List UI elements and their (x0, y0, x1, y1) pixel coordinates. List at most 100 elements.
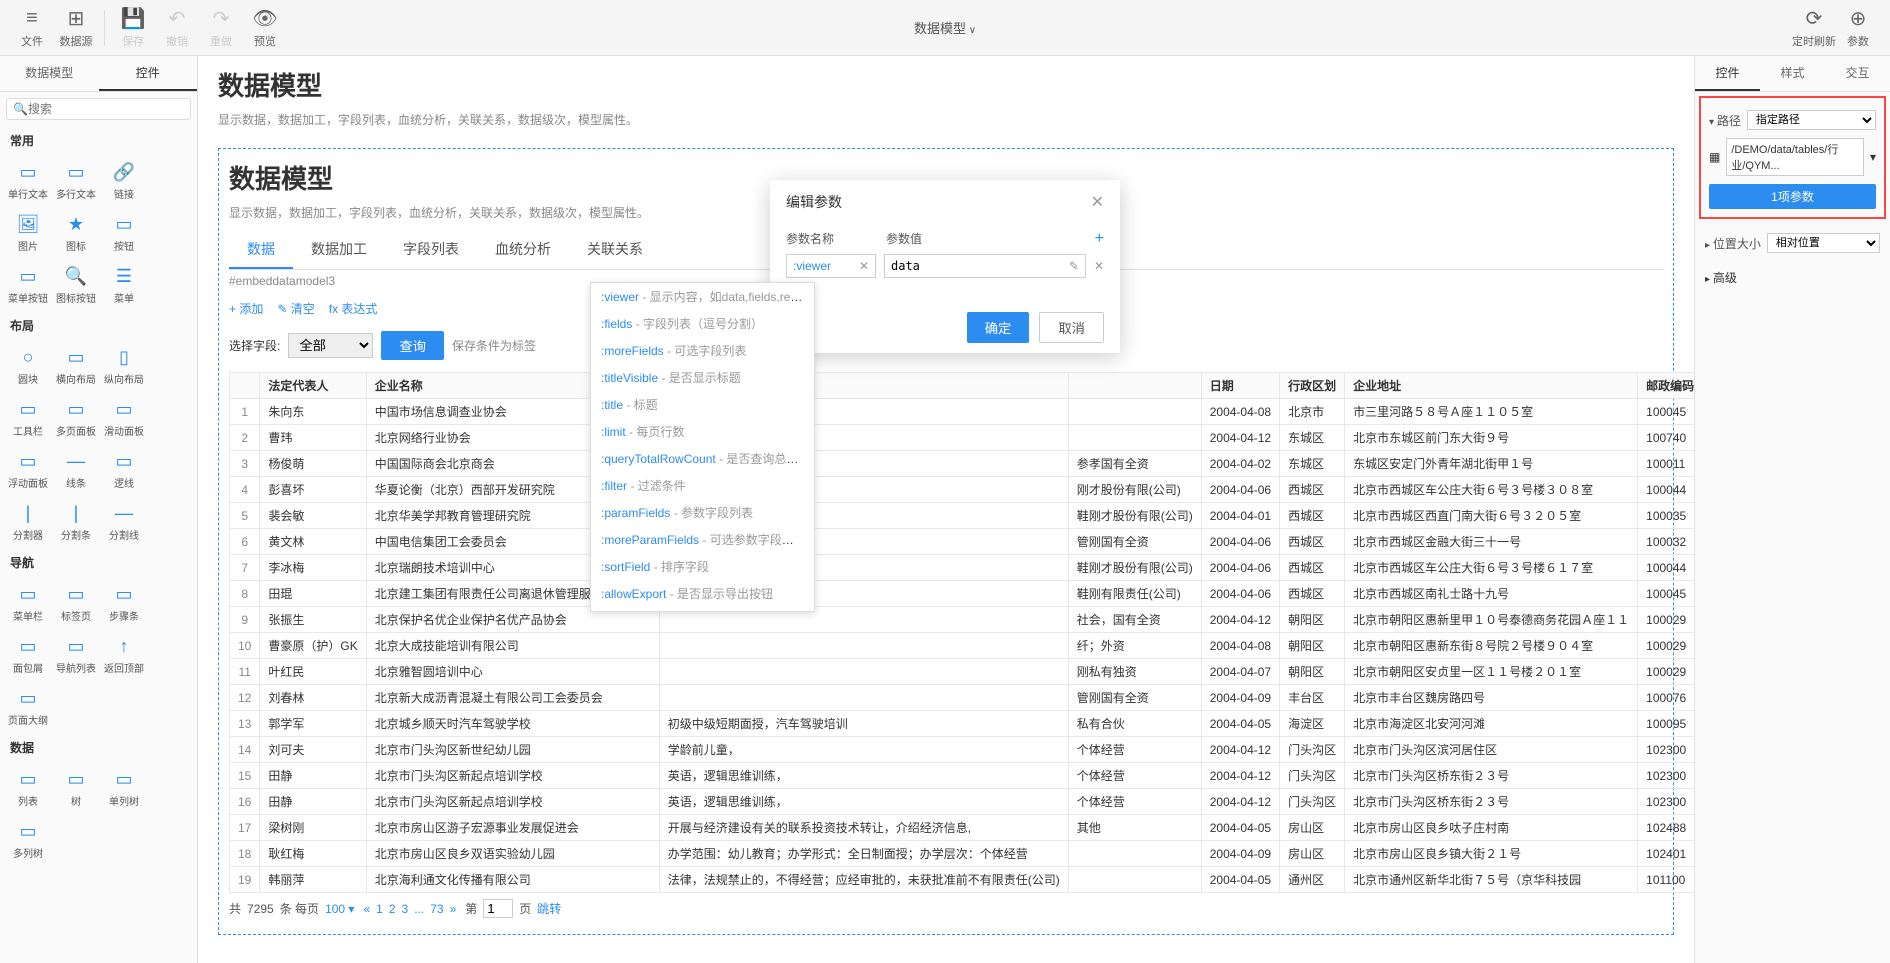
clear-action[interactable]: ✎ 清空 (277, 300, 314, 317)
autocomplete-item[interactable]: :allowSelectCell - 是否能框选单元格 (591, 607, 814, 612)
autocomplete-item[interactable]: :moreFields - 可选字段列表 (591, 337, 814, 364)
widget-item[interactable]: ▭浮动面板 (4, 444, 52, 496)
data-tab[interactable]: 关联关系 (569, 231, 661, 269)
page-input[interactable] (483, 899, 513, 918)
table-row[interactable]: 16田静北京市门头沟区新起点培训学校英语，逻辑思维训练，个体经营2004-04-… (230, 789, 1695, 815)
ok-button[interactable]: 确定 (967, 312, 1030, 343)
page-size[interactable]: 100 ▾ (325, 902, 354, 916)
param-name-input[interactable] (793, 259, 855, 273)
page-link[interactable]: 73 (430, 902, 443, 916)
column-header[interactable]: 日期 (1201, 373, 1279, 399)
table-row[interactable]: 7李冰梅北京瑞朗技术培训中心鞋刚才股份有限(公司)2004-04-06西城区北京… (230, 555, 1695, 581)
param-value-input[interactable] (891, 259, 1069, 273)
table-row[interactable]: 9张振生北京保护名优企业保护名优产品协会社会，国有全资2004-04-12朝阳区… (230, 607, 1695, 633)
widget-item[interactable]: ○圆块 (4, 340, 52, 392)
widget-item[interactable]: —线条 (52, 444, 100, 496)
cancel-button[interactable]: 取消 (1039, 312, 1104, 343)
table-row[interactable]: 5裴会敏北京华美学邦教育管理研究院鞋刚才股份有限(公司)2004-04-01西城… (230, 503, 1695, 529)
table-row[interactable]: 2曹玮北京网络行业协会2004-04-12东城区北京市东城区前门东大街９号100… (230, 425, 1695, 451)
page-link[interactable]: 3 (402, 902, 409, 916)
jump-button[interactable]: 跳转 (537, 900, 561, 917)
data-tab[interactable]: 字段列表 (385, 231, 477, 269)
table-row[interactable]: 18耿红梅北京市房山区良乡双语实验幼儿园办学范围：幼儿教育；办学形式：全日制面授… (230, 841, 1695, 867)
table-row[interactable]: 17梁树刚北京市房山区游子宏源事业发展促进会开展与经济建设有关的联系投资技术转让… (230, 815, 1695, 841)
chevron-down-icon[interactable]: ▾ (1870, 150, 1876, 164)
column-header[interactable]: 邮政编码 (1638, 373, 1694, 399)
redo-button[interactable]: ↷重做 (199, 3, 243, 53)
table-row[interactable]: 4彭喜坏华夏论衡（北京）西部开发研究院刚才股份有限(公司)2004-04-06西… (230, 477, 1695, 503)
widget-item[interactable]: 🖼图片 (4, 207, 52, 259)
right-tab[interactable]: 交互 (1825, 56, 1890, 91)
query-button[interactable]: 查询 (381, 331, 444, 360)
page-link[interactable]: « (363, 902, 370, 916)
column-header[interactable]: 企业地址 (1345, 373, 1638, 399)
table-row[interactable]: 10曹豪原（护）GK北京大成技能培训有限公司纤；外资2004-04-08朝阳区北… (230, 633, 1695, 659)
pos-select[interactable]: 相对位置 (1767, 233, 1880, 253)
widget-item[interactable]: ▭单行文本 (4, 155, 52, 207)
widget-item[interactable]: ▯纵向布局 (100, 340, 148, 392)
widget-item[interactable]: ☰菜单 (100, 259, 148, 311)
autocomplete-item[interactable]: :limit - 每页行数 (591, 418, 814, 445)
widget-item[interactable]: ▭页面大纲 (4, 681, 52, 733)
path-value[interactable]: /DEMO/data/tables/行业/QYM... (1726, 138, 1864, 176)
widget-item[interactable]: 🔗链接 (100, 155, 148, 207)
widget-item[interactable]: ▭菜单按钮 (4, 259, 52, 311)
tab-datamodel[interactable]: 数据模型 (0, 56, 99, 91)
page-link[interactable]: 2 (389, 902, 396, 916)
widget-item[interactable]: —分割线 (100, 496, 148, 548)
datasource-button[interactable]: ⊞数据源 (54, 3, 98, 53)
autocomplete-item[interactable]: :moreParamFields - 可选参数字段列表 (591, 526, 814, 553)
params-button[interactable]: ⊕参数 (1836, 3, 1880, 53)
table-row[interactable]: 8田琨北京建工集团有限责任公司离退休管理服务中心工会鞋刚有限责任(公司)2004… (230, 581, 1695, 607)
close-icon[interactable]: ✕ (1091, 192, 1104, 212)
right-tab[interactable]: 控件 (1695, 56, 1760, 91)
table-row[interactable]: 14刘可夫北京市门头沟区新世纪幼儿园学龄前儿童，个体经营2004-04-12门头… (230, 737, 1695, 763)
widget-item[interactable]: ▭导航列表 (52, 629, 100, 681)
page-link[interactable]: ... (414, 902, 424, 916)
table-row[interactable]: 12刘春林北京新大成沥青混凝土有限公司工会委员会管刚国有全资2004-04-09… (230, 685, 1695, 711)
widget-item[interactable]: ★图标 (52, 207, 100, 259)
widget-item[interactable]: ▭面包屑 (4, 629, 52, 681)
autocomplete-item[interactable]: :titleVisible - 是否显示标题 (591, 364, 814, 391)
field-select[interactable]: 全部 (288, 333, 373, 358)
table-row[interactable]: 15田静北京市门头沟区新起点培训学校英语，逻辑思维训练，个体经营2004-04-… (230, 763, 1695, 789)
column-header[interactable]: 法定代表人 (260, 373, 366, 399)
table-row[interactable]: 13郭学军北京城乡顺天时汽车驾驶学校初级中级短期面授，汽车驾驶培训私有合伙200… (230, 711, 1695, 737)
file-button[interactable]: ≡文件 (10, 3, 54, 53)
widget-item[interactable]: ▭列表 (4, 762, 52, 814)
data-tab[interactable]: 血统分析 (477, 231, 569, 269)
autocomplete-item[interactable]: :fields - 字段列表（逗号分割） (591, 310, 814, 337)
edit-icon[interactable]: ✎ (1069, 259, 1079, 273)
right-tab[interactable]: 样式 (1760, 56, 1825, 91)
autocomplete-item[interactable]: :filter - 过滤条件 (591, 472, 814, 499)
page-title-dropdown[interactable]: 数据模型 (914, 18, 976, 37)
widget-item[interactable]: ▭工具栏 (4, 392, 52, 444)
column-header[interactable] (1068, 373, 1201, 399)
autocomplete-item[interactable]: :title - 标题 (591, 391, 814, 418)
widget-item[interactable]: ↑返回顶部 (100, 629, 148, 681)
page-link[interactable]: » (450, 902, 457, 916)
autocomplete-item[interactable]: :sortField - 排序字段 (591, 553, 814, 580)
adv-label[interactable]: 高级 (1705, 271, 1737, 285)
widget-item[interactable]: ▭单列树 (100, 762, 148, 814)
param-count-button[interactable]: 1项参数 (1709, 184, 1876, 209)
widget-item[interactable]: ▭按钮 (100, 207, 148, 259)
widget-search[interactable]: 🔍 (6, 98, 191, 120)
widget-item[interactable]: ▭多行文本 (52, 155, 100, 207)
clear-name-icon[interactable]: ✕ (859, 259, 869, 273)
widget-item[interactable]: ▭多页面板 (52, 392, 100, 444)
search-input[interactable] (28, 102, 184, 116)
tab-widgets[interactable]: 控件 (99, 56, 198, 91)
table-row[interactable]: 1朱向东中国市场信息调查业协会2004-04-08北京市市三里河路５８号Ａ座１１… (230, 399, 1695, 425)
add-param-icon[interactable]: + (1095, 230, 1104, 248)
widget-item[interactable]: ▭菜单栏 (4, 577, 52, 629)
widget-item[interactable]: ▭逻线 (100, 444, 148, 496)
column-header[interactable]: 行政区划 (1280, 373, 1345, 399)
widget-item[interactable]: ▭横向布局 (52, 340, 100, 392)
table-row[interactable]: 6黄文林中国电信集团工会委员会管刚国有全资2004-04-06西城区北京市西城区… (230, 529, 1695, 555)
widget-item[interactable]: |分割条 (52, 496, 100, 548)
widget-item[interactable]: ▭多列树 (4, 814, 52, 866)
page-link[interactable]: 1 (376, 902, 383, 916)
data-tab[interactable]: 数据加工 (293, 231, 385, 269)
expr-action[interactable]: fx 表达式 (329, 300, 378, 317)
